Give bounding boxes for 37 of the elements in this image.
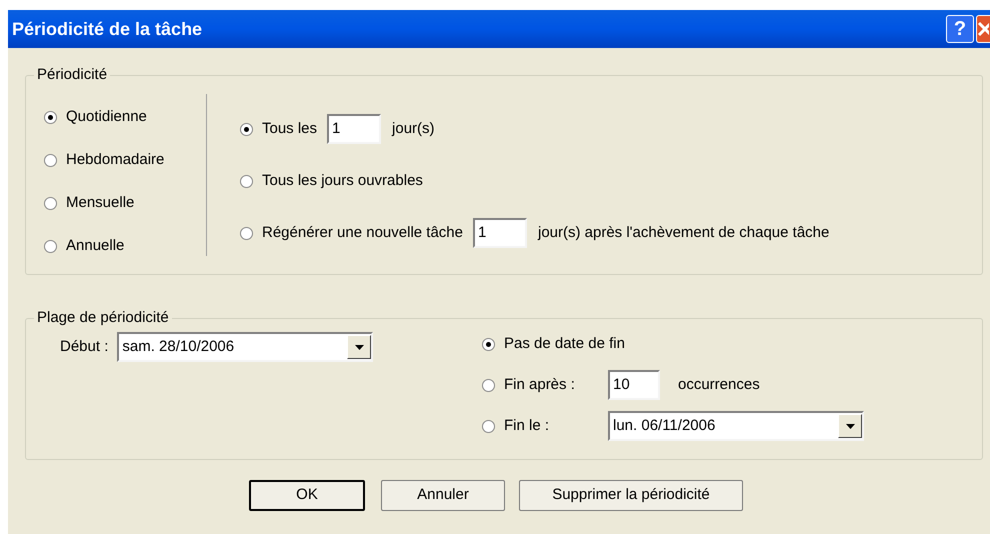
radio-button[interactable] [240,122,253,136]
radio-button[interactable] [44,111,57,124]
dialog-button[interactable]: Supprimer la périodicité [519,480,743,511]
radio-label[interactable]: Tous les [262,118,318,140]
radio-label[interactable]: Mensuelle [66,192,134,215]
radio-label[interactable]: Fin le : [504,414,608,438]
unit-label: jour(s) après l'achèvement de chaque tâche [538,222,830,243]
number-field[interactable]: 10 [608,370,660,400]
dialog-button[interactable]: OK [249,480,365,511]
radio-label[interactable]: Régénérer une nouvelle tâche [262,222,463,244]
radio-label[interactable]: Hebdomadaire [66,149,164,172]
number-field[interactable]: 1 [472,218,527,248]
unit-label: occurrences [678,374,760,395]
radio-label[interactable]: Annuelle [66,235,124,258]
unit-label: jour(s) [392,118,435,139]
close-button[interactable] [976,15,990,43]
start-label: Début : [60,336,108,357]
radio-button[interactable] [44,240,57,253]
window-title: Périodicité de la tâche [12,18,204,40]
date-dropdown[interactable]: sam. 28/10/2006 [117,332,374,362]
radio-button[interactable] [482,378,495,392]
radio-label[interactable]: Pas de date de fin [504,332,625,356]
group-legend: Plage de périodicité [34,308,172,328]
radio-button[interactable] [240,174,253,188]
number-field[interactable]: 1 [327,114,382,144]
close-icon [977,21,989,37]
radio-button[interactable] [44,197,57,210]
radio-button[interactable] [482,420,495,432]
radio-label[interactable]: Quotidienne [66,106,147,129]
date-dropdown[interactable]: lun. 06/11/2006 [608,411,864,441]
radio-label[interactable]: Fin après : [504,374,608,396]
radio-label[interactable]: Tous les jours ouvrables [262,170,423,192]
radio-button[interactable] [240,226,253,240]
dialog-button[interactable]: Annuler [381,480,505,511]
radio-button[interactable] [482,338,495,350]
radio-button[interactable] [44,154,57,167]
help-button[interactable]: ? [946,15,974,43]
